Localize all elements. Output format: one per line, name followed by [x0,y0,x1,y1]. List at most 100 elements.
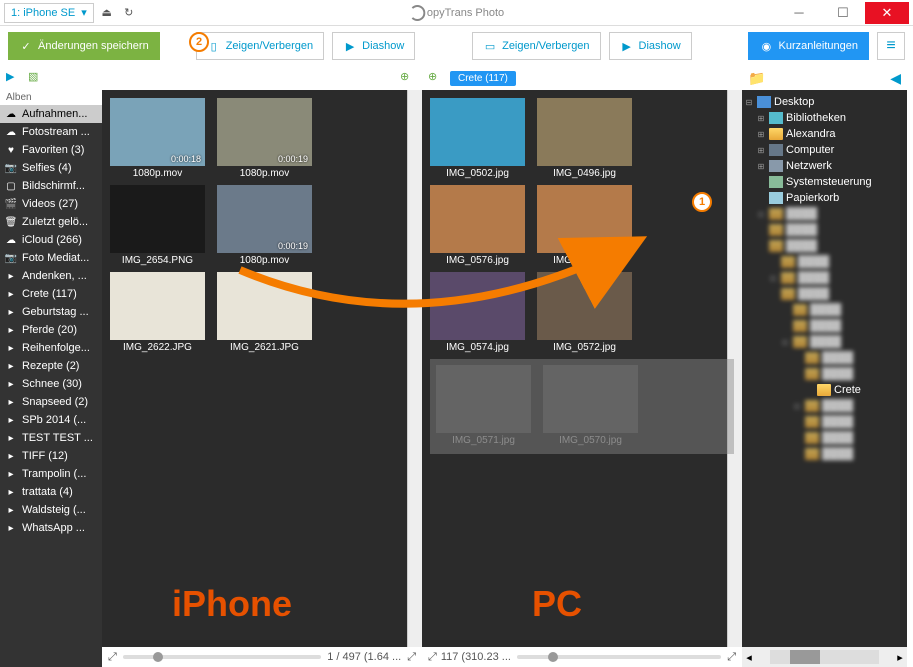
tree-item[interactable]: ⊟████ [744,270,905,286]
tree-item[interactable]: ⊟████ [744,334,905,350]
thumbnail[interactable]: 0:00:191080p.mov [217,185,312,268]
album-item[interactable]: ▸Pferde (20) [0,321,102,339]
tree-item[interactable]: ⊞Netzwerk [744,158,905,174]
tree-item[interactable]: ⊞Alexandra [744,126,905,142]
tree-item[interactable]: ████ [744,414,905,430]
album-item[interactable]: ▢Bildschirmf... [0,177,102,195]
tree-item[interactable]: Crete [744,382,905,398]
tree-item[interactable]: ⊞Computer [744,142,905,158]
album-item[interactable]: 🎬Videos (27) [0,195,102,213]
album-item[interactable]: ▸Rezepte (2) [0,357,102,375]
album-item[interactable]: 🗑Zuletzt gelö... [0,213,102,231]
minimize-button[interactable]: ─ [777,2,821,24]
add-icon[interactable]: ⊕ [428,70,444,86]
thumbnail-pending[interactable]: IMG_0571.jpg [436,365,531,448]
tree-item[interactable]: ████ [744,238,905,254]
album-item[interactable]: ▸Andenken, ... [0,267,102,285]
add-icon[interactable]: ⊕ [400,70,416,86]
thumbnail-pending[interactable]: IMG_0570.jpg [543,365,638,448]
folder-tree[interactable]: ⊟Desktop⊞Bibliotheken⊞Alexandra⊞Computer… [742,90,907,647]
thumbnail[interactable]: IMG_0574.jpg [430,272,525,355]
expand-icon[interactable]: ⤢ [108,651,117,664]
expand-icon[interactable]: ⊞ [756,130,766,139]
zoom-slider[interactable] [123,655,321,659]
album-item[interactable]: ☁iCloud (266) [0,231,102,249]
album-item[interactable]: ▸Reihenfolge... [0,339,102,357]
album-item[interactable]: ▸Crete (117) [0,285,102,303]
album-item[interactable]: ▸Waldsteig (... [0,501,102,519]
album-item[interactable]: ▸TIFF (12) [0,447,102,465]
play-icon[interactable]: ▶ [6,70,22,86]
close-button[interactable]: ✕ [865,2,909,24]
help-button[interactable]: ◉ Kurzanleitungen [748,32,869,60]
tree-item[interactable]: ⊞Bibliotheken [744,110,905,126]
albums-list[interactable]: ☁Aufnahmen...☁Fotostream ...♥Favoriten (… [0,105,102,667]
maximize-button[interactable]: ☐ [821,2,865,24]
thumbnail[interactable]: IMG_2622.JPG [110,272,205,355]
expand-icon[interactable]: ⤢ [727,651,736,664]
album-item[interactable]: ▸Geburtstag ... [0,303,102,321]
expand-icon[interactable]: ⊞ [756,162,766,171]
tree-item[interactable]: ████ [744,430,905,446]
right-thumbnail-grid[interactable]: IMG_0502.jpgIMG_0496.jpgIMG_0576.jpgIMG_… [422,90,742,647]
tree-item[interactable]: ████ [744,318,905,334]
thumbnail[interactable]: 0:00:191080p.mov [217,98,312,181]
thumbnail[interactable]: IMG_0575.jpg [537,185,632,268]
expand-icon[interactable]: ⊟ [744,98,754,107]
expand-icon[interactable]: ⤢ [407,651,416,664]
album-item[interactable]: ▸Schnee (30) [0,375,102,393]
scroll-right-icon[interactable]: ▸ [893,651,907,664]
save-button[interactable]: ✓ Änderungen speichern [8,32,160,60]
album-item[interactable]: ♥Favoriten (3) [0,141,102,159]
thumbnail[interactable]: IMG_0572.jpg [537,272,632,355]
left-show-hide-button[interactable]: ▯ Zeigen/Verbergen [196,32,324,60]
image-icon[interactable]: ▧ [28,70,44,86]
album-item[interactable]: 📷Selfies (4) [0,159,102,177]
tree-item[interactable]: ████ [744,366,905,382]
album-item[interactable]: ▸Trampolin (... [0,465,102,483]
tree-item[interactable]: ⊟████ [744,206,905,222]
tree-item[interactable]: Systemsteuerung [744,174,905,190]
zoom-slider[interactable] [517,655,721,659]
tree-item[interactable]: ████ [744,302,905,318]
album-item[interactable]: ☁Aufnahmen... [0,105,102,123]
album-item[interactable]: ▸Snapseed (2) [0,393,102,411]
right-show-hide-button[interactable]: ▭ Zeigen/Verbergen [472,32,600,60]
left-slideshow-button[interactable]: ▶ Diashow [332,32,415,60]
eject-icon[interactable]: ⏏ [98,4,116,22]
tree-item[interactable]: ⊟████ [744,398,905,414]
expand-icon[interactable]: ⊞ [756,146,766,155]
thumbnail[interactable]: IMG_2654.PNG [110,185,205,268]
folder-tag[interactable]: Crete (117) [450,71,516,86]
album-item[interactable]: 📷Foto Mediat... [0,249,102,267]
tree-item[interactable]: ████ [744,222,905,238]
album-icon: 📷 [4,163,18,174]
album-item[interactable]: ▸WhatsApp ... [0,519,102,537]
album-item[interactable]: ▸TEST TEST ... [0,429,102,447]
thumbnail[interactable]: IMG_0496.jpg [537,98,632,181]
refresh-icon[interactable]: ↻ [120,4,138,22]
thumbnail[interactable]: IMG_0576.jpg [430,185,525,268]
left-thumbnail-grid[interactable]: 0:00:181080p.mov0:00:191080p.movIMG_2654… [102,90,422,647]
device-selector[interactable]: 1: iPhone SE ▾ [4,3,94,23]
tree-item[interactable]: Papierkorb [744,190,905,206]
expand-icon[interactable]: ⤢ [428,651,437,664]
thumbnail[interactable]: IMG_2621.JPG [217,272,312,355]
album-item[interactable]: ▸trattata (4) [0,483,102,501]
folder-icon[interactable]: 📁 [748,70,765,87]
tree-item[interactable]: ████ [744,254,905,270]
tree-item[interactable]: ████ [744,350,905,366]
scroll-left-icon[interactable]: ◂ [742,651,756,664]
tree-item[interactable]: ████ [744,286,905,302]
thumbnail[interactable]: IMG_0502.jpg [430,98,525,181]
album-item[interactable]: ☁Fotostream ... [0,123,102,141]
expand-icon[interactable]: ⊞ [756,114,766,123]
collapse-icon[interactable]: ◀ [890,70,901,87]
tree-item[interactable]: ⊟Desktop [744,94,905,110]
thumbnail[interactable]: 0:00:181080p.mov [110,98,205,181]
h-scrollbar[interactable] [770,650,879,664]
menu-button[interactable]: ≡ [877,32,905,60]
right-slideshow-button[interactable]: ▶ Diashow [609,32,692,60]
album-item[interactable]: ▸SPb 2014 (... [0,411,102,429]
tree-item[interactable]: ████ [744,446,905,462]
